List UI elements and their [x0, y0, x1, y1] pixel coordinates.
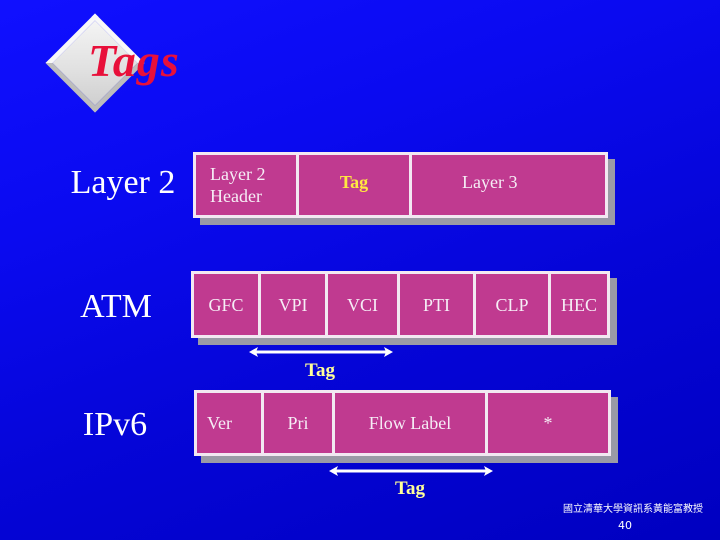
field-gfc: GFC: [194, 274, 261, 335]
field-layer3: Layer 3: [412, 155, 605, 215]
footer-author: 國立清華大學資訊系黃能富教授: [563, 504, 703, 515]
field-reserved-label: *: [543, 413, 553, 433]
field-pri: Pri: [264, 393, 335, 453]
field-hec-label: HEC: [561, 294, 597, 315]
field-layer2-header: Layer 2 Header: [196, 155, 299, 215]
field-tag: Tag: [299, 155, 412, 215]
field-vpi-label: VPI: [278, 294, 308, 315]
field-flow-label: Flow Label: [335, 393, 488, 453]
slide-title: Tags: [88, 35, 180, 86]
row-label-atm: ATM: [80, 288, 152, 325]
layer2-frame: Layer 2 Header Tag Layer 3: [193, 152, 608, 218]
page-number: 40: [618, 519, 632, 532]
atm-tag-label: Tag: [305, 360, 335, 381]
field-hec: HEC: [551, 274, 607, 335]
field-ver: Ver: [197, 393, 264, 453]
field-flow-label-label: Flow Label: [368, 413, 452, 433]
ipv6-tag-label: Tag: [395, 478, 425, 499]
field-pti-label: PTI: [423, 294, 450, 315]
ipv6-tag-span-arrow: [329, 465, 493, 477]
field-reserved: *: [488, 393, 608, 453]
field-pri-label: Pri: [287, 413, 309, 433]
field-layer3-label: Layer 3: [462, 172, 518, 192]
atm-frame: GFC VPI VCI PTI CLP HEC: [191, 271, 610, 338]
field-pti: PTI: [400, 274, 476, 335]
ipv6-frame: Ver Pri Flow Label *: [194, 390, 611, 456]
field-vci: VCI: [328, 274, 400, 335]
field-clp: CLP: [476, 274, 551, 335]
field-vpi: VPI: [261, 274, 328, 335]
atm-tag-span-arrow: [249, 346, 393, 358]
field-clp-label: CLP: [495, 294, 529, 315]
row-label-ipv6: IPv6: [82, 406, 148, 443]
field-ver-label: Ver: [207, 413, 232, 433]
field-tag-label: Tag: [339, 172, 369, 192]
field-gfc-label: GFC: [208, 294, 244, 315]
field-layer2-header-line1: Layer 2: [210, 164, 266, 184]
field-vci-label: VCI: [347, 294, 378, 315]
field-layer2-header-line2: Header: [210, 186, 262, 206]
row-label-layer2: Layer 2: [70, 164, 176, 201]
